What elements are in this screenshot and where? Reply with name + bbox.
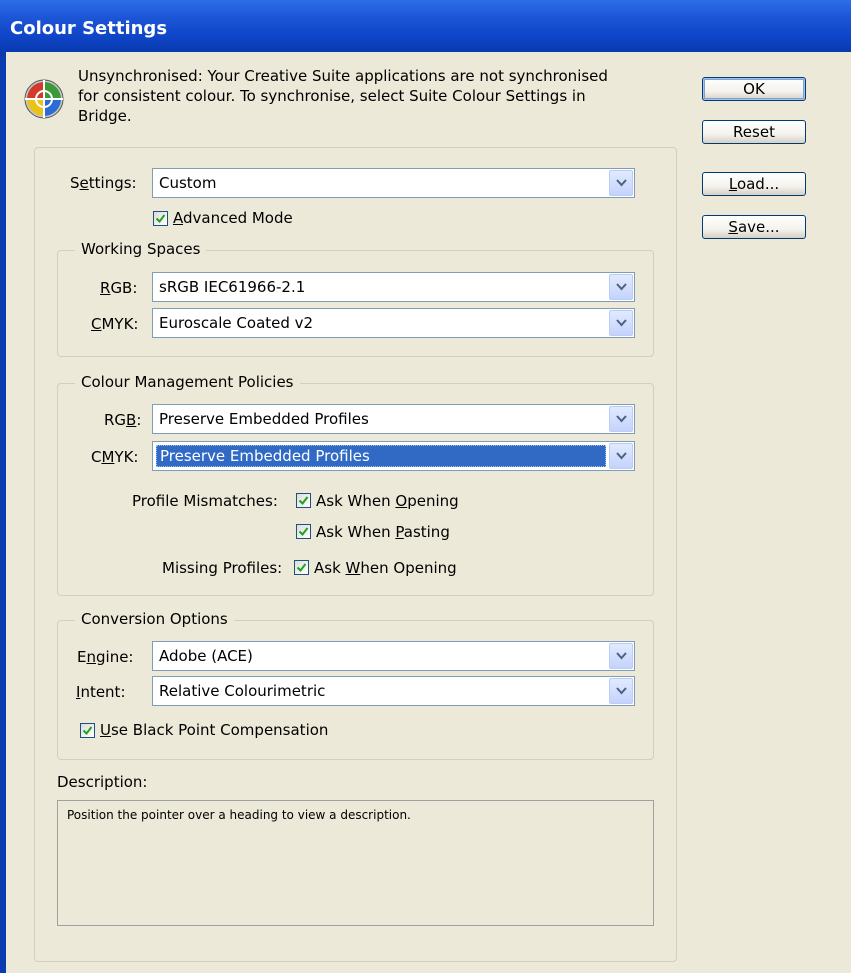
description-label: Description: <box>57 773 148 791</box>
missing-ask-when-opening-checkbox[interactable] <box>294 560 309 575</box>
missing-ask-when-opening-label[interactable]: Ask When Opening <box>314 558 457 578</box>
ask-when-pasting-checkbox[interactable] <box>296 524 311 539</box>
intent-value: Relative Colourimetric <box>159 682 326 700</box>
ws-cmyk-dropdown[interactable]: Euroscale Coated v2 <box>152 308 635 338</box>
save-button-label: ave... <box>737 218 780 236</box>
ask-when-opening-label[interactable]: Ask When Opening <box>316 491 459 511</box>
ask-when-opening-checkbox[interactable] <box>296 493 311 508</box>
title-bar[interactable]: Colour Settings <box>0 0 851 52</box>
intent-label: Intent: <box>76 683 126 701</box>
window-title: Colour Settings <box>10 18 168 39</box>
working-spaces-title: Working Spaces <box>75 240 207 258</box>
conversion-title: Conversion Options <box>75 610 234 628</box>
advanced-mode-checkbox[interactable] <box>153 211 168 226</box>
ok-button-label: OK <box>743 80 765 98</box>
chevron-down-icon[interactable] <box>609 170 633 196</box>
intent-dropdown[interactable]: Relative Colourimetric <box>152 676 635 706</box>
ws-rgb-value: sRGB IEC61966-2.1 <box>159 278 306 296</box>
reset-button[interactable]: Reset <box>702 120 806 144</box>
sync-line-2: for consistent colour. To synchronise, s… <box>78 87 586 105</box>
load-button[interactable]: Load... <box>702 172 806 196</box>
ws-rgb-dropdown[interactable]: sRGB IEC61966-2.1 <box>152 272 635 302</box>
load-button-label: oad... <box>736 175 780 193</box>
policy-cmyk-dropdown[interactable]: Preserve Embedded Profiles <box>152 441 635 471</box>
working-spaces-group <box>57 250 654 357</box>
sync-status-text: Unsynchronised: Your Creative Suite appl… <box>78 66 648 126</box>
profile-mismatches-label: Profile Mismatches: <box>132 492 278 510</box>
black-point-compensation-label[interactable]: Use Black Point Compensation <box>100 720 328 740</box>
chevron-down-icon[interactable] <box>609 443 633 469</box>
black-point-compensation-checkbox[interactable] <box>80 723 95 738</box>
settings-dropdown[interactable]: Custom <box>152 168 635 198</box>
description-text: Position the pointer over a heading to v… <box>67 808 411 822</box>
ws-cmyk-label: CMYK: <box>91 315 139 333</box>
missing-profiles-label: Missing Profiles: <box>162 559 283 577</box>
reset-button-label: Reset <box>733 123 775 141</box>
chevron-down-icon[interactable] <box>609 678 633 704</box>
ws-rgb-label: RGB: <box>100 279 138 297</box>
policy-rgb-label: RGB: <box>104 411 142 429</box>
window-frame-left <box>0 52 6 973</box>
description-box: Position the pointer over a heading to v… <box>57 800 654 926</box>
settings-label: Settings: <box>70 174 137 192</box>
policy-cmyk-value: Preserve Embedded Profiles <box>156 445 606 467</box>
policy-rgb-dropdown[interactable]: Preserve Embedded Profiles <box>152 404 635 434</box>
advanced-mode-label[interactable]: Advanced Mode <box>173 208 293 228</box>
sync-line-3: Bridge. <box>78 107 132 125</box>
policy-rgb-value: Preserve Embedded Profiles <box>159 410 369 428</box>
chevron-down-icon[interactable] <box>609 406 633 432</box>
policies-title: Colour Management Policies <box>75 373 300 391</box>
ok-button[interactable]: OK <box>702 77 806 101</box>
engine-dropdown[interactable]: Adobe (ACE) <box>152 641 635 671</box>
chevron-down-icon[interactable] <box>609 310 633 336</box>
chevron-down-icon[interactable] <box>609 643 633 669</box>
policy-cmyk-label: CMYK: <box>91 448 139 466</box>
ws-cmyk-value: Euroscale Coated v2 <box>159 314 314 332</box>
color-sync-icon <box>24 79 64 119</box>
save-button[interactable]: Save... <box>702 215 806 239</box>
settings-value: Custom <box>159 174 217 192</box>
engine-label: Engine: <box>77 648 134 666</box>
chevron-down-icon[interactable] <box>609 274 633 300</box>
sync-line-1: Unsynchronised: Your Creative Suite appl… <box>78 67 608 85</box>
save-mnemonic: S <box>728 218 738 236</box>
ask-when-pasting-label[interactable]: Ask When Pasting <box>316 522 450 542</box>
engine-value: Adobe (ACE) <box>159 647 253 665</box>
load-mnemonic: L <box>728 175 737 193</box>
